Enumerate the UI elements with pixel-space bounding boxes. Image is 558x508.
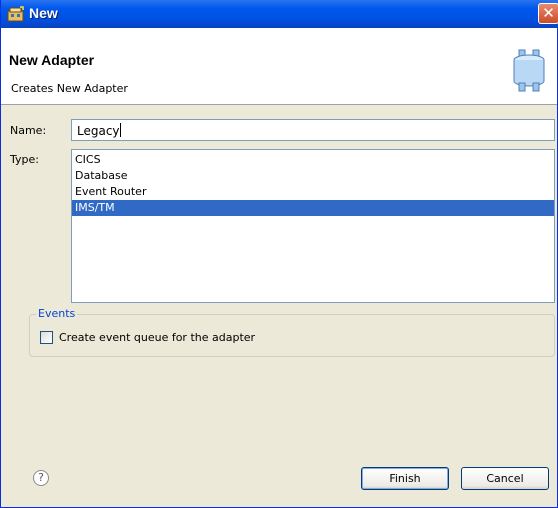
create-event-queue-label[interactable]: Create event queue for the adapter xyxy=(59,331,255,344)
page-subtitle: Creates New Adapter xyxy=(11,82,128,95)
type-label: Type: xyxy=(10,153,39,166)
type-option-cics[interactable]: CICS xyxy=(72,152,554,168)
type-list[interactable]: CICS Database Event Router IMS/TM xyxy=(71,149,555,303)
title-bar[interactable]: New ✕ xyxy=(1,0,558,28)
new-dialog-window: New ✕ New Adapter Creates New Adapter Na… xyxy=(0,0,558,508)
close-button[interactable]: ✕ xyxy=(538,3,558,24)
page-title: New Adapter xyxy=(9,52,95,68)
text-caret xyxy=(119,123,121,137)
wizard-banner: New Adapter Creates New Adapter xyxy=(1,28,557,105)
cancel-button[interactable]: Cancel xyxy=(461,467,549,490)
name-label: Name: xyxy=(10,124,47,137)
adapter-cylinder-icon xyxy=(513,49,545,92)
events-legend: Events xyxy=(36,307,78,320)
type-option-event-router[interactable]: Event Router xyxy=(72,184,554,200)
help-icon[interactable]: ? xyxy=(33,470,49,486)
type-option-ims-tm[interactable]: IMS/TM xyxy=(72,200,554,216)
close-icon: ✕ xyxy=(542,4,555,22)
new-wizard-icon xyxy=(7,6,24,22)
events-group: Events Create event queue for the adapte… xyxy=(29,307,555,357)
finish-button[interactable]: Finish xyxy=(361,467,449,490)
create-event-queue-checkbox[interactable] xyxy=(40,331,53,344)
window-title: New xyxy=(29,5,58,21)
name-input-value: Legacy xyxy=(77,124,120,138)
name-input[interactable]: Legacy xyxy=(71,119,555,141)
type-option-database[interactable]: Database xyxy=(72,168,554,184)
